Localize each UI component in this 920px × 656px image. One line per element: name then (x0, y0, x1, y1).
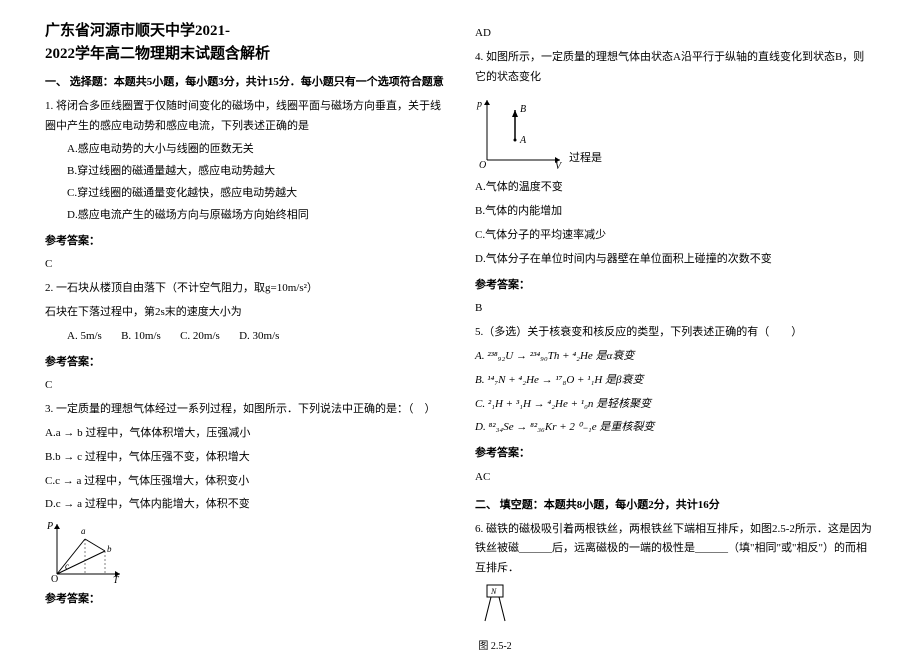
q3-graph: P T O a b c (45, 519, 445, 584)
q5-option-d: D. ⁸²₃₄Se → ⁸²₃₆Kr + 2 ⁰₋₁e 是重核裂变 (475, 418, 875, 438)
q2-option-d: D. 30m/s (239, 327, 279, 347)
q5-text: 5.（多选）关于核衰变和核反应的类型，下列表述正确的有（ ） (475, 323, 875, 343)
q6-text: 6. 磁铁的磁极吸引着两根铁丝，两根铁丝下端相互排斥，如图2.5-2所示．这是因… (475, 520, 875, 579)
q2-option-a: A. 5m/s (67, 327, 102, 347)
q3-option-c: C.c → a 过程中，气体压强增大，体积变小 (45, 472, 445, 492)
q5-answer: AC (475, 468, 875, 488)
q4-option-a: A.气体的温度不变 (475, 178, 875, 198)
svg-text:T: T (113, 575, 120, 584)
q5-option-b: B. ¹⁴₇N + ⁴₂He → ¹⁷₈O + ¹₁H 是β衰变 (475, 371, 875, 391)
svg-text:b: b (107, 544, 112, 554)
q4-option-d: D.气体分子在单位时间内与器壁在单位面积上碰撞的次数不变 (475, 250, 875, 270)
fig25-label: 图 2.5-2 (475, 638, 515, 656)
q1-text: 1. 将闭合多匝线圈置于仅随时间变化的磁场中，线圈平面与磁场方向垂直，关于线圈中… (45, 97, 445, 137)
q4-text1: 4. 如图所示，一定质量的理想气体由状态A沿平行于纵轴的直线变化到状态B，则它的… (475, 48, 875, 88)
q3-text: 3. 一定质量的理想气体经过一系列过程，如图所示．下列说法中正确的是：（ ） (45, 400, 445, 420)
q4-answer-label: 参考答案： (475, 276, 875, 296)
svg-text:N: N (490, 587, 497, 596)
q1-option-a: A.感应电动势的大小与线圈的匝数无关 (67, 140, 445, 160)
q2-option-b: B. 10m/s (121, 327, 161, 347)
q3-answer-label: 参考答案： (45, 590, 445, 610)
svg-text:V: V (555, 161, 563, 170)
q2-answer: C (45, 376, 445, 396)
svg-text:B: B (520, 104, 526, 115)
q2-text1: 2. 一石块从楼顶自由落下（不计空气阻力，取g=10m/s²） (45, 279, 445, 299)
svg-text:p: p (476, 99, 482, 110)
doc-title: 广东省河源市顺天中学2021- 2022学年高二物理期末试题含解析 (45, 20, 445, 65)
q5-option-c: C. ²₁H + ³₁H → ⁴₂He + ¹₀n 是轻核聚变 (475, 395, 875, 415)
svg-text:c: c (65, 561, 69, 571)
q1-option-b: B.穿过线圈的磁通量越大，感应电动势越大 (67, 162, 445, 182)
q1-option-d: D.感应电流产生的磁场方向与原磁场方向始终相同 (67, 206, 445, 226)
q3-option-b: B.b → c 过程中，气体压强不变，体积增大 (45, 448, 445, 468)
q1-option-c: C.穿过线圈的磁通量变化越快，感应电动势越大 (67, 184, 445, 204)
svg-text:O: O (51, 574, 58, 584)
q1-answer: C (45, 255, 445, 275)
section1-header: 一、 选择题：本题共5小题，每小题3分，共计15分．每小题只有一个选项符合题意 (45, 73, 445, 93)
q4-text2: 过程是 (569, 149, 602, 169)
svg-text:P: P (46, 521, 53, 532)
section2-header: 二、 填空题：本题共8小题，每小题2分，共计16分 (475, 496, 875, 516)
q4-option-b: B.气体的内能增加 (475, 202, 875, 222)
q4-option-c: C.气体分子的平均速率减少 (475, 226, 875, 246)
q1-answer-label: 参考答案： (45, 232, 445, 252)
q3-option-a: A.a → b 过程中，气体体积增大，压强减小 (45, 424, 445, 444)
title-1: 广东省河源市顺天中学2021- (45, 23, 230, 39)
q6-figure: N 图 2.5-2 (475, 583, 515, 656)
q2-answer-label: 参考答案： (45, 353, 445, 373)
q4-answer: B (475, 299, 875, 319)
svg-text:A: A (519, 135, 527, 146)
right-column: AD 4. 如图所示，一定质量的理想气体由状态A沿平行于纵轴的直线变化到状态B，… (460, 20, 890, 631)
q2-text2: 石块在下落过程中，第2s末的速度大小为 (45, 303, 445, 323)
title-2: 2022学年高二物理期末试题含解析 (45, 46, 270, 62)
left-column: 广东省河源市顺天中学2021- 2022学年高二物理期末试题含解析 一、 选择题… (30, 20, 460, 631)
svg-text:a: a (81, 526, 86, 536)
q3-option-d: D.c → a 过程中，气体内能增大，体积不变 (45, 495, 445, 515)
svg-text:O: O (479, 160, 486, 170)
q4-graph: p V O A B (475, 95, 565, 170)
q2-option-c: C. 20m/s (180, 327, 220, 347)
q3-answer: AD (475, 24, 875, 44)
q5-answer-label: 参考答案： (475, 444, 875, 464)
q5-option-a: A. ²³⁸₉₂U → ²³⁴₉₀Th + ⁴₂He 是α衰变 (475, 347, 875, 367)
